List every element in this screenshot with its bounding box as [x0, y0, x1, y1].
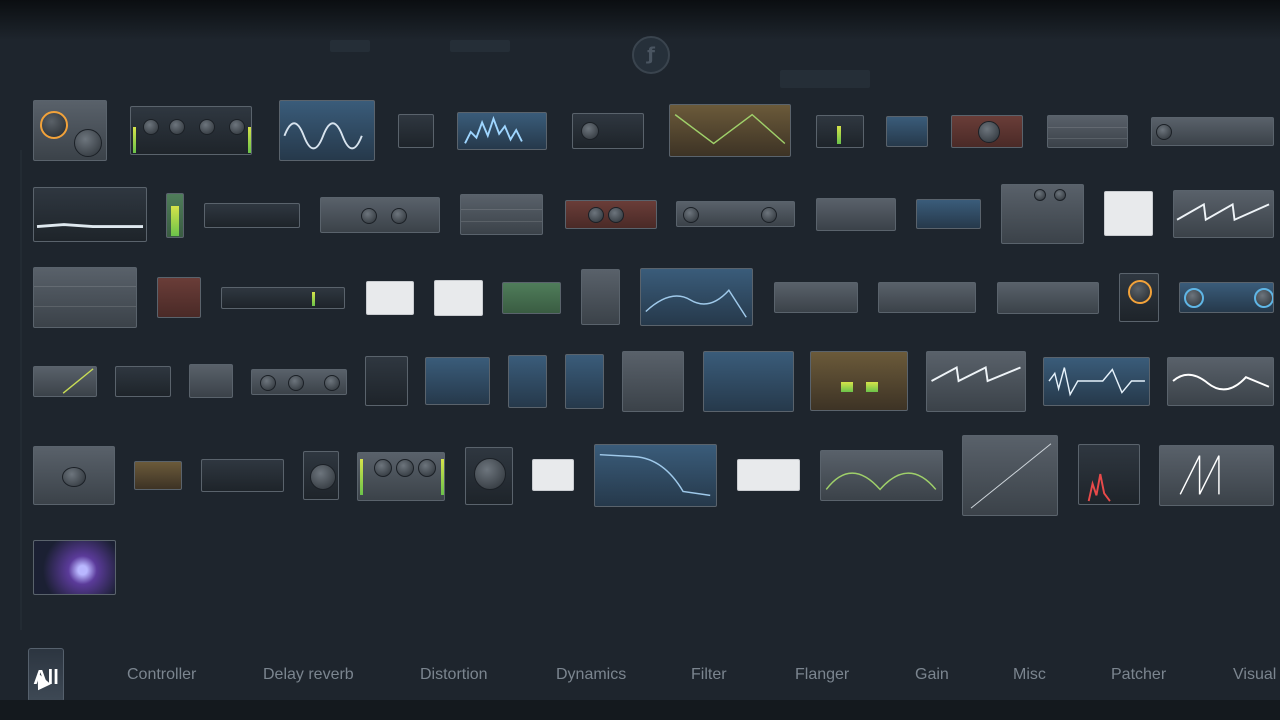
tab-controller[interactable]: Controller — [127, 666, 196, 684]
plugin-thumbnail[interactable] — [1078, 444, 1140, 505]
plugin-thumbnail[interactable] — [878, 282, 976, 313]
plugin-thumbnail[interactable] — [1167, 357, 1274, 406]
plugin-thumbnail[interactable] — [303, 451, 339, 500]
plugin-thumbnail[interactable] — [166, 193, 184, 238]
plugin-thumbnail[interactable] — [774, 282, 858, 313]
plugin-thumbnail[interactable] — [425, 357, 490, 405]
plugin-thumbnail[interactable] — [572, 113, 644, 149]
plugin-thumbnail[interactable] — [33, 446, 115, 505]
tab-misc[interactable]: Misc — [1013, 666, 1046, 684]
category-tabs: All Controller Delay reverb Distortion D… — [0, 648, 1280, 706]
plugin-thumbnail[interactable] — [1159, 445, 1274, 506]
plugin-thumbnail[interactable] — [33, 267, 137, 328]
plugin-thumbnail[interactable] — [1047, 115, 1128, 148]
plugin-thumbnail[interactable] — [926, 351, 1026, 412]
plugin-thumbnail[interactable] — [33, 540, 116, 595]
plugin-thumbnail[interactable] — [33, 366, 97, 397]
tab-gain[interactable]: Gain — [915, 666, 949, 684]
tab-flanger[interactable]: Flanger — [795, 666, 849, 684]
plugin-thumbnail[interactable] — [816, 198, 896, 231]
plugin-thumbnail[interactable] — [115, 366, 171, 397]
plugin-thumbnail[interactable] — [189, 364, 233, 398]
plugin-thumbnail[interactable] — [434, 280, 483, 316]
plugin-thumbnail[interactable] — [33, 100, 107, 161]
plugin-thumbnail[interactable] — [1179, 282, 1274, 313]
tab-patcher[interactable]: Patcher — [1111, 666, 1166, 684]
plugin-thumbnail[interactable] — [1001, 184, 1084, 244]
plugin-thumbnail[interactable] — [279, 100, 375, 161]
plugin-thumbnail[interactable] — [204, 203, 300, 228]
plugin-thumbnail[interactable] — [502, 282, 561, 314]
plugin-thumbnail[interactable] — [703, 351, 794, 412]
plugin-thumbnail[interactable] — [810, 351, 908, 411]
tab-filter[interactable]: Filter — [691, 666, 727, 684]
plugin-thumbnail[interactable] — [357, 452, 445, 501]
background-menu-item — [450, 40, 510, 52]
plugin-thumbnail[interactable] — [532, 459, 574, 491]
plugin-thumbnail[interactable] — [962, 435, 1058, 516]
plugin-thumbnail[interactable] — [1173, 190, 1274, 238]
plugin-thumbnail[interactable] — [157, 277, 201, 318]
plugin-thumbnail[interactable] — [816, 115, 864, 148]
plugin-thumbnail[interactable] — [594, 444, 717, 507]
plugin-thumbnail[interactable] — [460, 194, 543, 235]
tab-distortion[interactable]: Distortion — [420, 666, 488, 684]
plugin-thumbnail[interactable] — [886, 116, 928, 147]
plugin-thumbnail[interactable] — [669, 104, 791, 157]
plugin-thumbnail[interactable] — [622, 351, 684, 412]
plugin-thumbnail[interactable] — [366, 281, 414, 315]
plugin-thumbnail[interactable] — [951, 115, 1023, 148]
plugin-thumbnail[interactable] — [33, 187, 147, 242]
tab-delay-reverb[interactable]: Delay reverb — [263, 666, 354, 684]
plugin-thumbnail[interactable] — [1151, 117, 1274, 146]
tab-dynamics[interactable]: Dynamics — [556, 666, 626, 684]
footer-shade — [0, 700, 1280, 720]
plugin-thumbnail[interactable] — [737, 459, 800, 491]
plugin-thumbnail[interactable] — [676, 201, 795, 227]
plugin-thumbnail[interactable] — [221, 287, 345, 309]
plugin-thumbnail[interactable] — [997, 282, 1099, 314]
plugin-thumbnail[interactable] — [134, 461, 182, 490]
plugin-thumbnail[interactable] — [365, 356, 408, 406]
background-menu-item — [330, 40, 370, 52]
plugin-thumbnail[interactable] — [581, 269, 620, 325]
plugin-thumbnail[interactable] — [201, 459, 284, 492]
plugin-thumbnail[interactable] — [508, 355, 547, 408]
plugin-thumbnail[interactable] — [320, 197, 440, 233]
plugin-thumbnail[interactable] — [1043, 357, 1150, 406]
plugin-thumbnail[interactable] — [916, 199, 981, 229]
plugin-thumbnail[interactable] — [465, 447, 513, 505]
plugin-thumbnail[interactable] — [1119, 273, 1159, 322]
plugin-thumbnail[interactable] — [398, 114, 434, 148]
plugin-thumbnail[interactable] — [640, 268, 753, 326]
plugin-thumbnail[interactable] — [820, 450, 943, 501]
plugin-thumbnail[interactable] — [130, 106, 252, 155]
plugin-thumbnail[interactable] — [565, 354, 604, 409]
background-panel-edge — [20, 150, 22, 630]
background-toolbar-item — [780, 70, 870, 88]
tab-visual[interactable]: Visual — [1233, 666, 1276, 684]
plugin-thumbnail[interactable] — [251, 369, 347, 395]
plugin-thumbnail[interactable] — [565, 200, 657, 229]
plugin-thumbnail[interactable] — [457, 112, 547, 150]
background-logo-icon: ƒ — [632, 36, 670, 74]
plugin-thumbnail[interactable] — [1104, 191, 1153, 236]
top-shade — [0, 0, 1280, 40]
